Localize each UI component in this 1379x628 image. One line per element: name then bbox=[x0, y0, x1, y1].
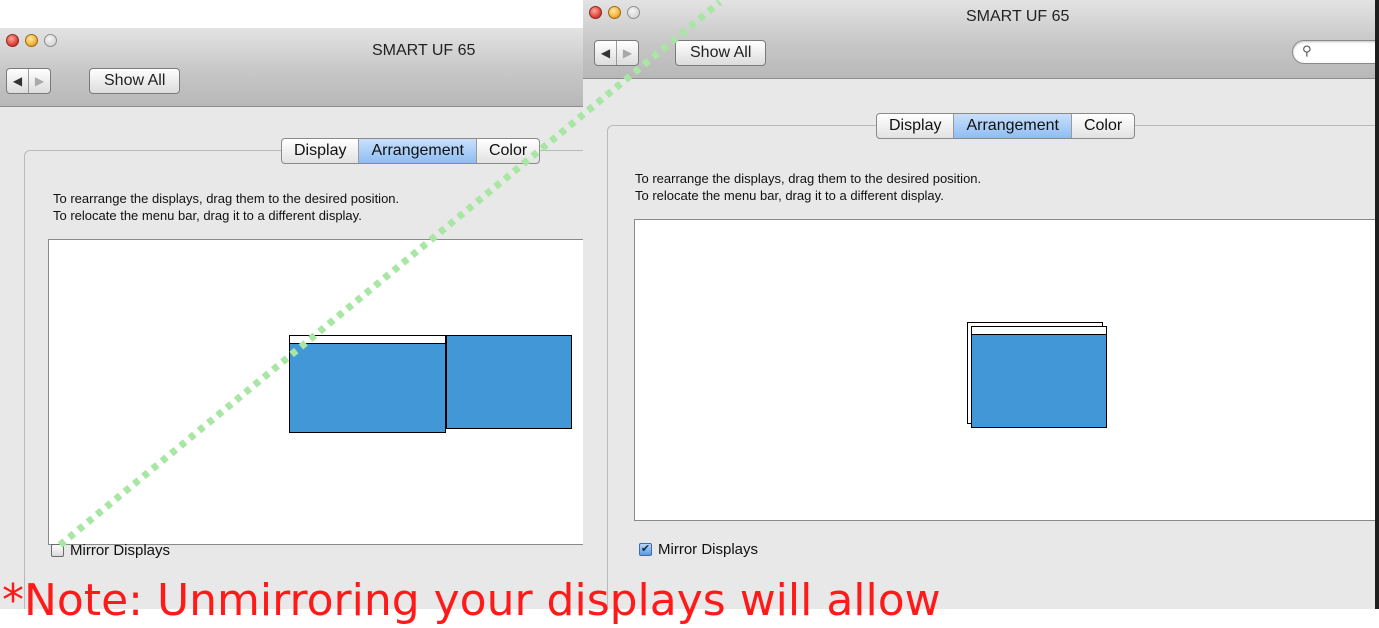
minimize-icon[interactable] bbox=[608, 6, 621, 19]
menu-bar-handle[interactable] bbox=[972, 327, 1106, 335]
right-window-controls bbox=[589, 6, 640, 19]
back-arrow-icon[interactable]: ◀ bbox=[595, 41, 616, 65]
search-icon: ⚲ bbox=[1302, 43, 1312, 58]
tab-arrangement[interactable]: Arrangement bbox=[358, 139, 476, 163]
instruction-line-menubar: To relocate the menu bar, drag it to a d… bbox=[53, 208, 362, 223]
right-window-toolbar: SMART UF 65 ◀ ▶ Show All ⚲ bbox=[583, 0, 1375, 79]
back-arrow-icon[interactable]: ◀ bbox=[7, 69, 28, 93]
tab-color[interactable]: Color bbox=[475, 139, 539, 163]
pane-tabs: Display Arrangement Color bbox=[876, 113, 1136, 139]
instruction-line-rearrange: To rearrange the displays, drag them to … bbox=[635, 171, 982, 186]
back-forward-control: ◀ ▶ bbox=[6, 68, 51, 94]
show-all-button[interactable]: Show All bbox=[675, 40, 767, 66]
tab-display[interactable]: Display bbox=[877, 114, 953, 138]
back-forward-control: ◀ ▶ bbox=[594, 40, 639, 66]
right-preferences-window: SMART UF 65 ◀ ▶ Show All ⚲ Display Arran… bbox=[583, 0, 1379, 609]
search-input[interactable]: ⚲ bbox=[1292, 40, 1375, 64]
mirror-displays-checkbox[interactable]: ✔ bbox=[639, 543, 652, 556]
pane-tabs: Display Arrangement Color bbox=[281, 138, 541, 164]
tab-display[interactable]: Display bbox=[282, 139, 358, 163]
mirrored-display-thumbnail[interactable] bbox=[971, 326, 1107, 428]
window-title: SMART UF 65 bbox=[966, 8, 1070, 25]
display-arrangement-area bbox=[634, 219, 1375, 521]
instructions: To rearrange the displays, drag them to … bbox=[635, 170, 981, 204]
tab-arrangement[interactable]: Arrangement bbox=[953, 114, 1071, 138]
primary-display-thumbnail[interactable] bbox=[289, 335, 446, 433]
left-window-toolbar: SMART UF 65 ◀ ▶ Show All bbox=[0, 28, 583, 107]
show-all-button[interactable]: Show All bbox=[89, 68, 181, 94]
mirror-displays-checkbox[interactable] bbox=[51, 544, 64, 557]
menu-bar-handle[interactable] bbox=[290, 336, 445, 344]
display-arrangement-area bbox=[48, 239, 583, 545]
mirror-displays-label: Mirror Displays bbox=[70, 542, 171, 559]
instruction-line-menubar: To relocate the menu bar, drag it to a d… bbox=[635, 188, 944, 203]
secondary-display-thumbnail[interactable] bbox=[446, 335, 572, 429]
close-icon[interactable] bbox=[6, 34, 19, 47]
zoom-icon[interactable] bbox=[44, 34, 57, 47]
instructions: To rearrange the displays, drag them to … bbox=[53, 190, 399, 224]
window-title: SMART UF 65 bbox=[372, 42, 476, 59]
minimize-icon[interactable] bbox=[25, 34, 38, 47]
forward-arrow-icon[interactable]: ▶ bbox=[616, 41, 638, 65]
checkmark-icon: ✔ bbox=[640, 543, 651, 555]
mirror-displays-label: Mirror Displays bbox=[658, 541, 759, 558]
mirror-displays-option[interactable]: Mirror Displays bbox=[51, 542, 170, 559]
instruction-line-rearrange: To rearrange the displays, drag them to … bbox=[53, 191, 400, 206]
tab-color[interactable]: Color bbox=[1070, 114, 1134, 138]
note-caption: *Note: Unmirroring your displays will al… bbox=[2, 575, 941, 626]
zoom-icon[interactable] bbox=[627, 6, 640, 19]
close-icon[interactable] bbox=[589, 6, 602, 19]
left-preferences-window: SMART UF 65 ◀ ▶ Show All Display Arrange… bbox=[0, 28, 583, 609]
forward-arrow-icon[interactable]: ▶ bbox=[28, 69, 50, 93]
mirror-displays-option[interactable]: ✔ Mirror Displays bbox=[639, 541, 758, 558]
left-window-controls bbox=[6, 34, 57, 47]
